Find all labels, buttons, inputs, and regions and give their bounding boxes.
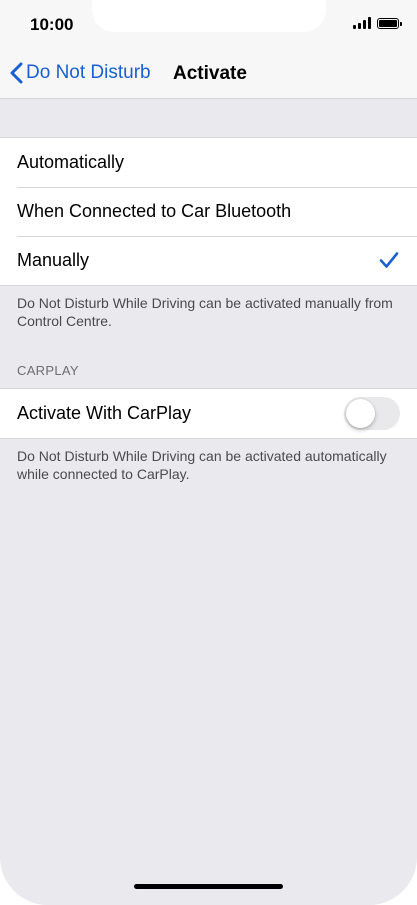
back-button[interactable]: Do Not Disturb bbox=[10, 62, 151, 84]
chevron-left-icon bbox=[10, 62, 23, 84]
battery-icon bbox=[377, 17, 402, 29]
carplay-section-header: CARPLAY bbox=[17, 363, 79, 378]
option-automatically[interactable]: Automatically bbox=[0, 138, 417, 187]
notch bbox=[92, 0, 326, 32]
status-icons bbox=[353, 17, 402, 29]
carplay-footer-text: Do Not Disturb While Driving can be acti… bbox=[17, 448, 387, 482]
home-indicator[interactable] bbox=[134, 884, 283, 889]
navigation-bar: Do Not Disturb Activate bbox=[0, 50, 417, 98]
cellular-signal-icon bbox=[353, 17, 371, 29]
status-time: 10:00 bbox=[30, 15, 74, 34]
option-label: When Connected to Car Bluetooth bbox=[17, 201, 292, 221]
carplay-row: Activate With CarPlay bbox=[0, 389, 417, 438]
option-label: Automatically bbox=[17, 152, 125, 172]
carplay-toggle-label: Activate With CarPlay bbox=[17, 403, 192, 423]
phone-screen: 10:00 Do Not Disturb Activate Automatica… bbox=[0, 0, 417, 905]
carplay-toggle[interactable] bbox=[344, 397, 400, 430]
option-car-bluetooth[interactable]: When Connected to Car Bluetooth bbox=[0, 187, 417, 236]
status-bar: 10:00 bbox=[0, 0, 417, 50]
top-bar: 10:00 Do Not Disturb Activate bbox=[0, 0, 417, 99]
option-manually[interactable]: Manually bbox=[0, 236, 417, 285]
page-title: Activate bbox=[173, 63, 247, 84]
carplay-group: Activate With CarPlay bbox=[0, 388, 417, 439]
checkmark-icon bbox=[379, 252, 399, 268]
option-label: Manually bbox=[17, 250, 90, 270]
activation-footer-text: Do Not Disturb While Driving can be acti… bbox=[17, 295, 393, 329]
activation-options-group: Automatically When Connected to Car Blue… bbox=[0, 137, 417, 286]
toggle-knob bbox=[346, 399, 375, 428]
back-button-label: Do Not Disturb bbox=[26, 62, 151, 83]
